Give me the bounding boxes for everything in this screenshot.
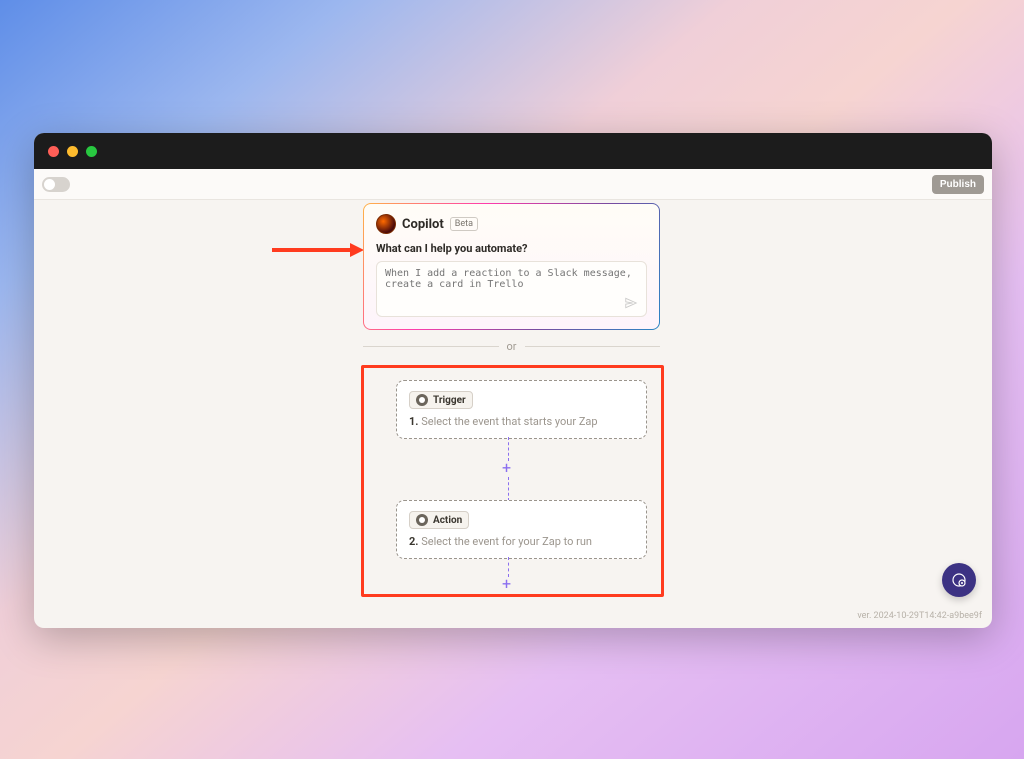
action-icon [416, 514, 428, 526]
copilot-prompt-label: What can I help you automate? [376, 242, 647, 255]
help-icon [950, 571, 968, 589]
window-maximize-button[interactable] [86, 146, 97, 157]
publish-button[interactable]: Publish [932, 175, 984, 194]
help-fab-button[interactable] [942, 563, 976, 597]
trigger-badge-label: Trigger [433, 395, 466, 406]
beta-badge: Beta [450, 217, 478, 231]
action-badge-label: Action [433, 515, 462, 526]
or-label: or [507, 340, 517, 353]
trigger-step-card[interactable]: Trigger 1. Select the event that starts … [396, 380, 647, 439]
action-step-text: 2. Select the event for your Zap to run [409, 535, 634, 548]
app-toolbar: Publish [34, 169, 992, 200]
copilot-input[interactable] [377, 262, 662, 296]
trigger-icon [416, 394, 428, 406]
browser-window: Publish Copilot Beta What can I help you… [34, 133, 992, 628]
trigger-badge: Trigger [409, 391, 473, 409]
copilot-logo-icon [376, 214, 396, 234]
copilot-card: Copilot Beta What can I help you automat… [363, 203, 660, 330]
add-step-button[interactable]: + [502, 576, 511, 592]
window-minimize-button[interactable] [67, 146, 78, 157]
version-label: ver. 2024-10-29T14:42-a9bee9f [857, 611, 982, 621]
toggle-switch[interactable] [42, 177, 70, 192]
copilot-title: Copilot [402, 217, 444, 232]
or-divider: or [363, 340, 660, 353]
send-icon[interactable] [624, 296, 638, 310]
window-titlebar [34, 133, 992, 169]
copilot-input-container[interactable] [376, 261, 647, 317]
action-badge: Action [409, 511, 469, 529]
pointer-arrow-icon [272, 242, 364, 258]
add-step-button[interactable]: + [502, 460, 511, 476]
trigger-step-text: 1. Select the event that starts your Zap [409, 415, 634, 428]
connector-line [508, 477, 509, 501]
window-close-button[interactable] [48, 146, 59, 157]
editor-canvas: Copilot Beta What can I help you automat… [34, 200, 992, 628]
action-step-card[interactable]: Action 2. Select the event for your Zap … [396, 500, 647, 559]
